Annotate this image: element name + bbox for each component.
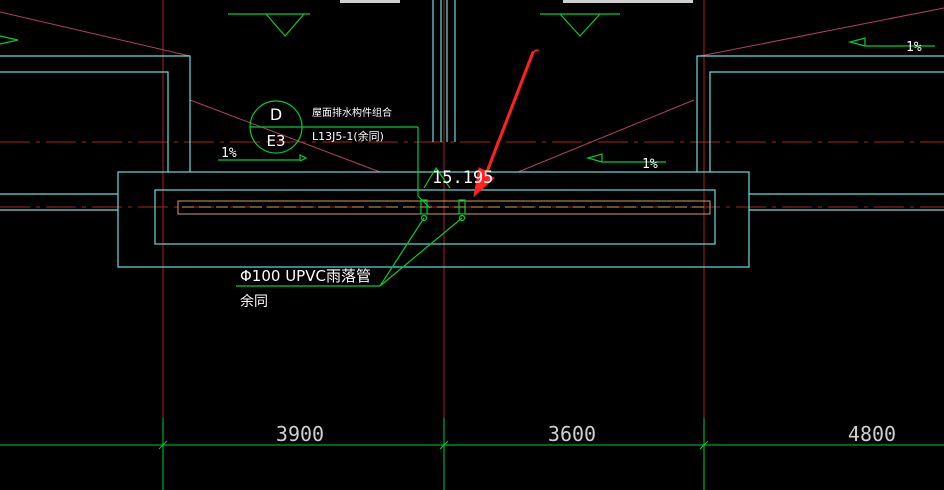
dimension-line <box>0 418 944 490</box>
dimension-label-2: 3600 <box>548 422 596 446</box>
wall-right-inner <box>709 71 944 172</box>
cad-canvas[interactable]: D E3 屋面排水构件组合 L13J5-1(余同) 15.195 1% 1% 1… <box>0 0 944 490</box>
pipe-leader-1 <box>379 217 425 287</box>
wall-right-outer <box>696 55 944 172</box>
level-markers <box>228 13 620 189</box>
walls <box>0 0 944 268</box>
axis-lines <box>0 0 944 490</box>
slope-label-left: 1% <box>221 146 237 161</box>
gutter-inner <box>154 189 716 245</box>
roof-drainage-plan: D E3 屋面排水构件组合 L13J5-1(余同) 15.195 1% 1% 1… <box>0 0 944 490</box>
slope-line <box>0 11 191 57</box>
level-marker-right-tri <box>559 13 601 37</box>
slope-arrow-top-left <box>0 35 19 45</box>
slope-label-right: 1% <box>642 157 658 172</box>
slope-guide-lines <box>0 7 944 173</box>
detail-leader-down <box>417 127 431 209</box>
cut-off-label-left <box>340 0 400 3</box>
detail-symbol-top: D <box>270 105 282 124</box>
pipe-label: Φ100 UPVC雨落管 <box>240 267 371 285</box>
cut-off-label-right <box>563 0 693 3</box>
wall-left-inner <box>0 71 169 172</box>
detail-symbol-bottom: E3 <box>266 132 285 150</box>
slope-line <box>517 99 695 173</box>
annotation-title: 屋面排水构件组合 <box>312 106 392 119</box>
wall-left-outer <box>0 55 191 172</box>
dimension-label-3: 4800 <box>848 422 896 446</box>
slope-arrows <box>0 35 935 163</box>
slope-arrow-top-right <box>847 37 935 47</box>
annotation-reference: L13J5-1(余同) <box>312 129 384 143</box>
level-marker-left-tri <box>265 13 305 37</box>
dimension-label-1: 3900 <box>276 422 324 446</box>
elevation-label: 15.195 <box>432 168 493 188</box>
pipe-label-note: 余同 <box>240 293 268 310</box>
slope-label-top-right: 1% <box>906 40 922 55</box>
pipe-leader-2 <box>379 217 463 287</box>
